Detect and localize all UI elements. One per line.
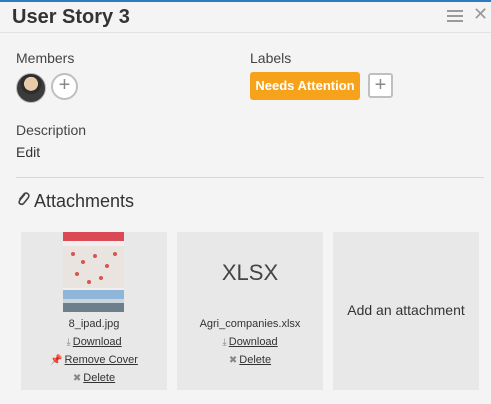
close-icon[interactable]: ✕	[473, 4, 488, 24]
add-member-button[interactable]: +	[51, 73, 78, 100]
top-accent-line	[0, 0, 491, 2]
members-label: Members	[16, 50, 75, 66]
attachments-heading-text: Attachments	[34, 191, 135, 211]
add-label-button[interactable]: +	[368, 73, 393, 98]
attachment-card-xlsx: XLSX Agri_companies.xlsx ⤓ Download ✖ Dele…	[177, 232, 323, 390]
section-divider	[16, 177, 484, 178]
card-title: User Story 3	[12, 6, 130, 28]
labels-label: Labels	[250, 50, 292, 66]
header-divider	[0, 32, 491, 33]
attachment-filename: 8_ipad.jpg	[68, 318, 120, 330]
file-type-label[interactable]: XLSX	[177, 260, 323, 286]
label-badge-needs-attention[interactable]: Needs Attention	[250, 72, 360, 100]
description-label: Description	[16, 122, 87, 138]
pin-icon: 📌	[50, 355, 63, 366]
download-link[interactable]: ⤓ Download	[177, 336, 323, 348]
avatar[interactable]	[16, 73, 46, 103]
delete-icon: ✖	[72, 373, 82, 384]
edit-description-link[interactable]: Edit	[16, 144, 40, 160]
hamburger-menu-icon[interactable]	[447, 10, 463, 24]
attachments-heading: Attachments	[16, 191, 134, 212]
add-attachment-button[interactable]: Add an attachment	[333, 302, 479, 318]
delete-icon: ✖	[228, 355, 238, 366]
download-link[interactable]: ⤓ Download	[21, 336, 167, 348]
attachment-thumbnail[interactable]	[63, 232, 124, 312]
delete-link[interactable]: ✖ Delete	[177, 354, 323, 366]
download-icon: ⤓	[222, 337, 227, 348]
remove-cover-link[interactable]: 📌 Remove Cover	[21, 354, 167, 366]
paperclip-icon	[18, 192, 30, 206]
delete-link[interactable]: ✖ Delete	[21, 372, 167, 384]
attachment-card-image: 8_ipad.jpg ⤓ Download 📌 Remove Cover ✖ Dele…	[21, 232, 167, 390]
download-icon: ⤓	[66, 337, 71, 348]
attachment-filename: Agri_companies.xlsx	[199, 318, 301, 330]
add-attachment-card[interactable]: Add an attachment	[333, 232, 479, 390]
